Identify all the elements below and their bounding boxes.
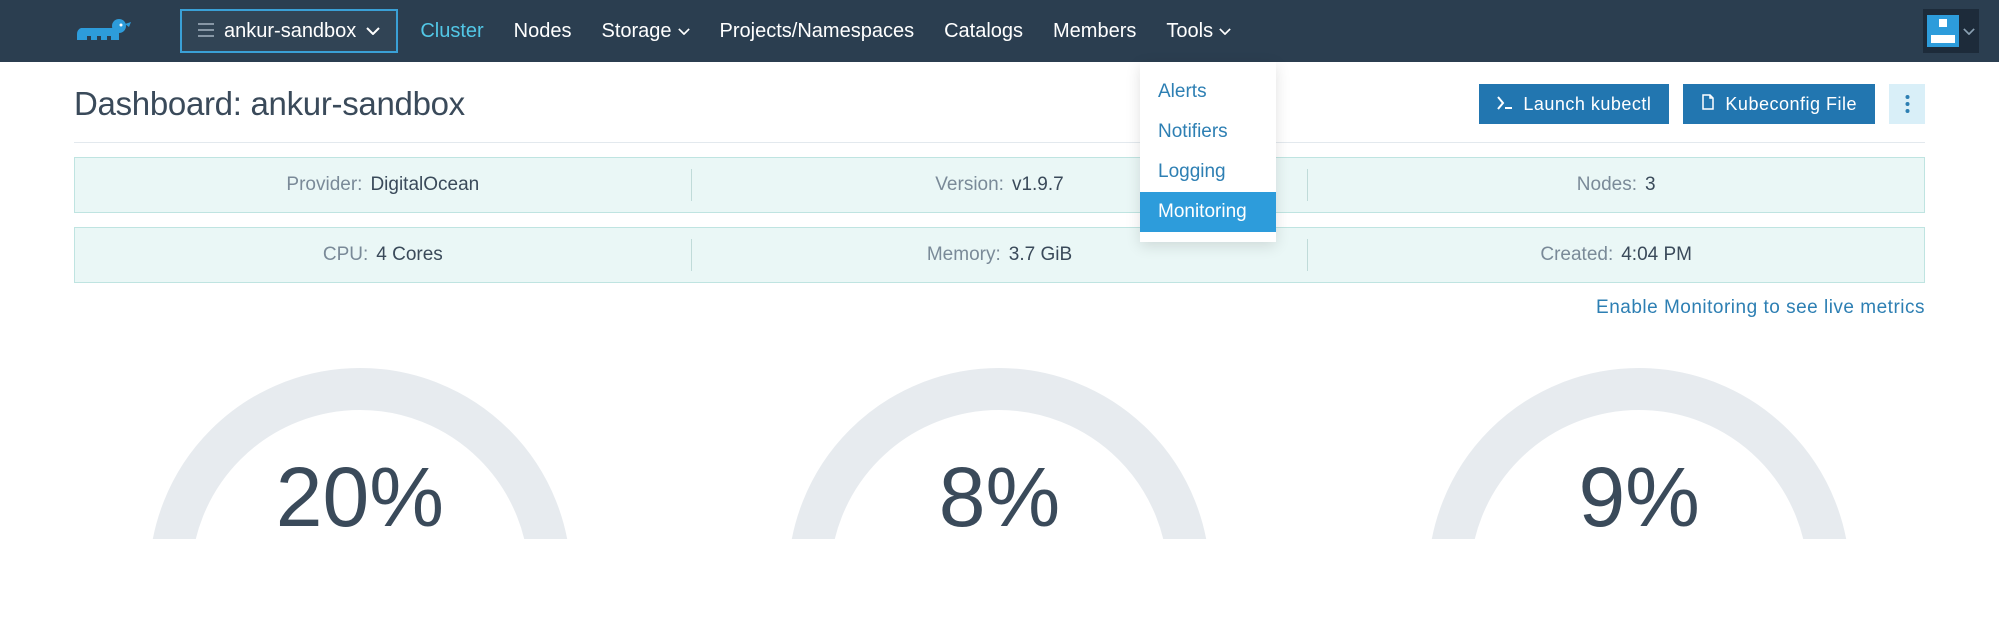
nav-catalogs[interactable]: Catalogs	[944, 20, 1023, 43]
gauges-row: 20% 8% 9%	[40, 349, 1959, 539]
gauge-2: 8%	[769, 349, 1229, 539]
info-memory: Memory: 3.7 GiB	[692, 244, 1308, 266]
nav-nodes[interactable]: Nodes	[514, 20, 572, 43]
page-header: Dashboard: ankur-sandbox Launch kubectl …	[0, 62, 1999, 142]
nav-storage-label: Storage	[601, 20, 671, 43]
more-actions-button[interactable]	[1889, 84, 1925, 124]
chevron-down-icon	[366, 27, 380, 35]
nav-projects[interactable]: Projects/Namespaces	[720, 20, 915, 43]
info-label: Nodes:	[1577, 174, 1637, 196]
main-nav: Cluster Nodes Storage Projects/Namespace…	[420, 20, 1231, 43]
info-label: Memory:	[927, 244, 1001, 266]
nav-members[interactable]: Members	[1053, 20, 1136, 43]
info-strip-2: CPU: 4 Cores Memory: 3.7 GiB Created: 4:…	[74, 227, 1925, 283]
info-value: 4:04 PM	[1621, 244, 1692, 266]
menu-monitoring[interactable]: Monitoring	[1140, 192, 1276, 232]
menu-alerts[interactable]: Alerts	[1140, 72, 1276, 112]
info-nodes: Nodes: 3	[1308, 174, 1924, 196]
info-label: Provider:	[286, 174, 362, 196]
gauge-1: 20%	[130, 349, 590, 539]
info-label: CPU:	[323, 244, 368, 266]
logo	[75, 12, 135, 48]
chevron-down-icon	[1219, 28, 1231, 35]
terminal-icon	[1497, 94, 1513, 115]
tools-dropdown: Alerts Notifiers Logging Monitoring	[1140, 62, 1276, 242]
nav-storage[interactable]: Storage	[601, 20, 689, 43]
info-value: 3	[1645, 174, 1656, 196]
kubeconfig-button[interactable]: Kubeconfig File	[1683, 84, 1875, 124]
cluster-selector[interactable]: ankur-sandbox	[180, 9, 398, 53]
enable-monitoring-link[interactable]: Enable Monitoring to see live metrics	[1596, 297, 1925, 318]
topbar: ankur-sandbox Cluster Nodes Storage Proj…	[0, 0, 1999, 62]
launch-kubectl-button[interactable]: Launch kubectl	[1479, 84, 1669, 124]
menu-logging[interactable]: Logging	[1140, 152, 1276, 192]
info-label: Version:	[935, 174, 1004, 196]
gauge-1-value: 20%	[130, 449, 590, 539]
avatar	[1927, 15, 1959, 47]
menu-notifiers[interactable]: Notifiers	[1140, 112, 1276, 152]
info-cpu: CPU: 4 Cores	[75, 244, 691, 266]
nav-tools-label: Tools	[1166, 20, 1213, 43]
gauge-2-value: 8%	[769, 449, 1229, 539]
nav-tools[interactable]: Tools	[1166, 20, 1231, 43]
nav-cluster[interactable]: Cluster	[420, 20, 483, 43]
info-provider: Provider: DigitalOcean	[75, 174, 691, 196]
monitoring-link-row: Enable Monitoring to see live metrics	[0, 283, 1999, 319]
gauge-3: 9%	[1409, 349, 1869, 539]
info-value: 4 Cores	[376, 244, 443, 266]
bars-icon	[198, 20, 214, 43]
chevron-down-icon	[678, 28, 690, 35]
info-value: v1.9.7	[1012, 174, 1064, 196]
launch-kubectl-label: Launch kubectl	[1523, 94, 1651, 115]
info-strip-1: Provider: DigitalOcean Version: v1.9.7 N…	[74, 157, 1925, 213]
info-created: Created: 4:04 PM	[1308, 244, 1924, 266]
info-value: DigitalOcean	[370, 174, 479, 196]
gauge-3-value: 9%	[1409, 449, 1869, 539]
info-value: 3.7 GiB	[1009, 244, 1072, 266]
info-label: Created:	[1540, 244, 1613, 266]
file-icon	[1701, 94, 1715, 115]
cluster-name: ankur-sandbox	[224, 20, 356, 43]
user-menu[interactable]	[1923, 9, 1979, 53]
chevron-down-icon	[1963, 28, 1975, 35]
kubeconfig-label: Kubeconfig File	[1725, 94, 1857, 115]
